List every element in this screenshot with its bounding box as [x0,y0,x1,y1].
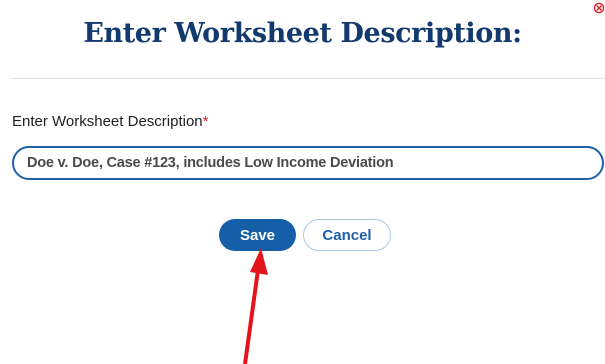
worksheet-description-dialog: Enter Worksheet Description: Enter Works… [0,0,605,364]
red-arrow-annotation [243,248,268,364]
